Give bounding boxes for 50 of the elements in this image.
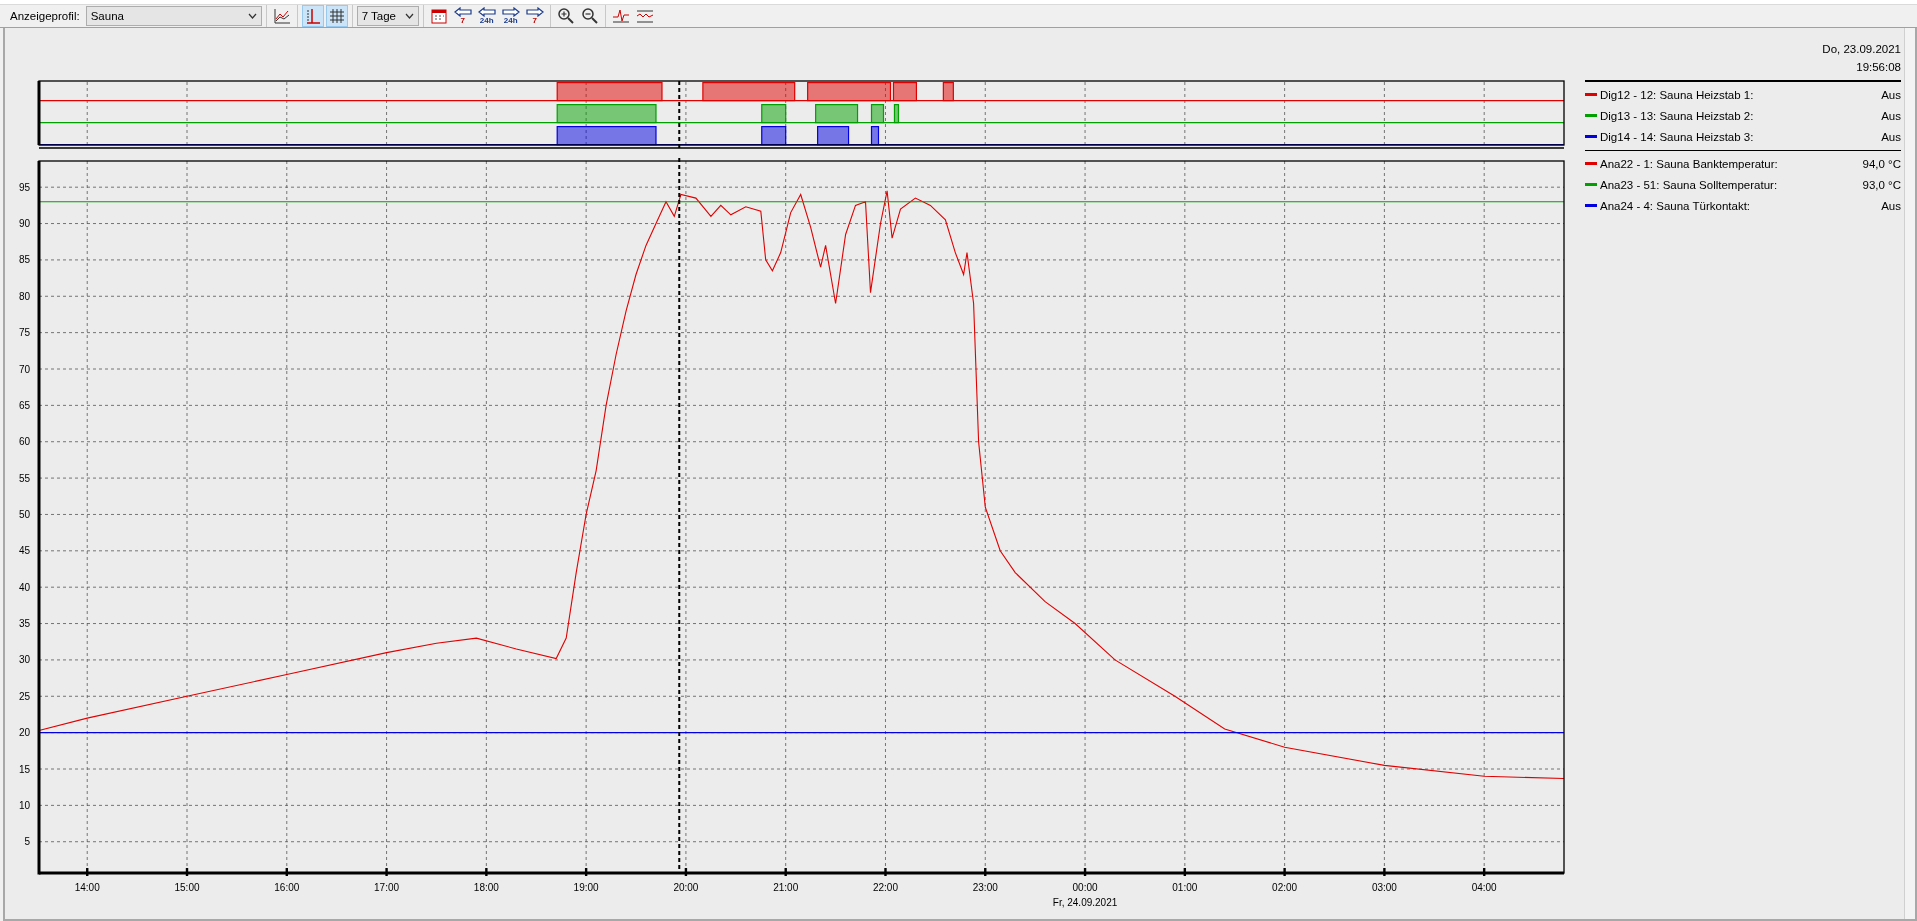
y-tick-label: 45 bbox=[18, 545, 30, 557]
y-tick-label: 75 bbox=[18, 327, 30, 339]
y-tick-label: 70 bbox=[18, 363, 30, 375]
y-tick-label: 95 bbox=[18, 181, 30, 193]
legend-value: Aus bbox=[1881, 130, 1901, 143]
x-tick-label: 22:00 bbox=[872, 882, 898, 893]
x-tick-label: 21:00 bbox=[773, 882, 799, 893]
y-tick-label: 5 bbox=[24, 836, 30, 848]
x-tick-label: 14:00 bbox=[74, 882, 100, 893]
x-tick-label: 15:00 bbox=[174, 882, 200, 893]
legend-label: Ana22 - 1: Sauna Banktemperatur: bbox=[1600, 157, 1779, 170]
x-tick-label: 19:00 bbox=[573, 882, 599, 893]
y-tick-label: 90 bbox=[18, 218, 30, 230]
legend-label: Ana24 - 4: Sauna Türkontakt: bbox=[1600, 199, 1752, 212]
y-tick-label: 25 bbox=[18, 690, 30, 702]
x-tick-label: 18:00 bbox=[473, 882, 499, 893]
legend-label: Dig12 - 12: Sauna Heizstab 1: bbox=[1600, 88, 1755, 101]
y-tick-label: 55 bbox=[18, 472, 30, 484]
x-tick-label: 00:00 bbox=[1072, 882, 1098, 893]
legend-label: Ana23 - 51: Sauna Solltemperatur: bbox=[1600, 178, 1779, 191]
legend-label: Dig14 - 14: Sauna Heizstab 3: bbox=[1600, 130, 1755, 143]
x-tick-label: 16:00 bbox=[274, 882, 300, 893]
x-tick-label: 20:00 bbox=[673, 882, 699, 893]
legend-label: Dig13 - 13: Sauna Heizstab 2: bbox=[1600, 109, 1755, 122]
y-tick-label: 65 bbox=[18, 399, 30, 411]
legend-date: Do, 23.09.2021 bbox=[1821, 42, 1901, 57]
legend-time: 19:56:08 bbox=[1855, 60, 1901, 75]
x-tick-label: 02:00 bbox=[1272, 882, 1298, 893]
y-tick-label: 80 bbox=[18, 290, 30, 302]
x-tick-label: 17:00 bbox=[374, 882, 400, 893]
y-tick-label: 40 bbox=[18, 581, 30, 593]
profile-label: Anzeigeprofil: bbox=[10, 10, 80, 22]
x-tick-label: 04:00 bbox=[1471, 882, 1497, 893]
legend-value: 93,0 °C bbox=[1862, 178, 1901, 191]
date-label: Fr, 24.09.2021 bbox=[1052, 897, 1118, 908]
y-tick-label: 15 bbox=[18, 763, 30, 775]
legend-value: Aus bbox=[1881, 199, 1901, 212]
y-tick-label: 20 bbox=[18, 727, 30, 739]
y-tick-label: 10 bbox=[18, 799, 30, 811]
y-tick-label: 50 bbox=[18, 508, 30, 520]
x-tick-label: 23:00 bbox=[972, 882, 998, 893]
y-tick-label: 30 bbox=[18, 654, 30, 666]
y-tick-label: 60 bbox=[18, 436, 30, 448]
x-tick-label: 01:00 bbox=[1172, 882, 1198, 893]
y-tick-label: 35 bbox=[18, 618, 30, 630]
x-tick-label: 03:00 bbox=[1371, 882, 1397, 893]
legend-value: Aus bbox=[1881, 88, 1901, 101]
legend-value: 94,0 °C bbox=[1862, 157, 1901, 170]
y-tick-label: 85 bbox=[18, 254, 30, 266]
legend-value: Aus bbox=[1881, 109, 1901, 122]
